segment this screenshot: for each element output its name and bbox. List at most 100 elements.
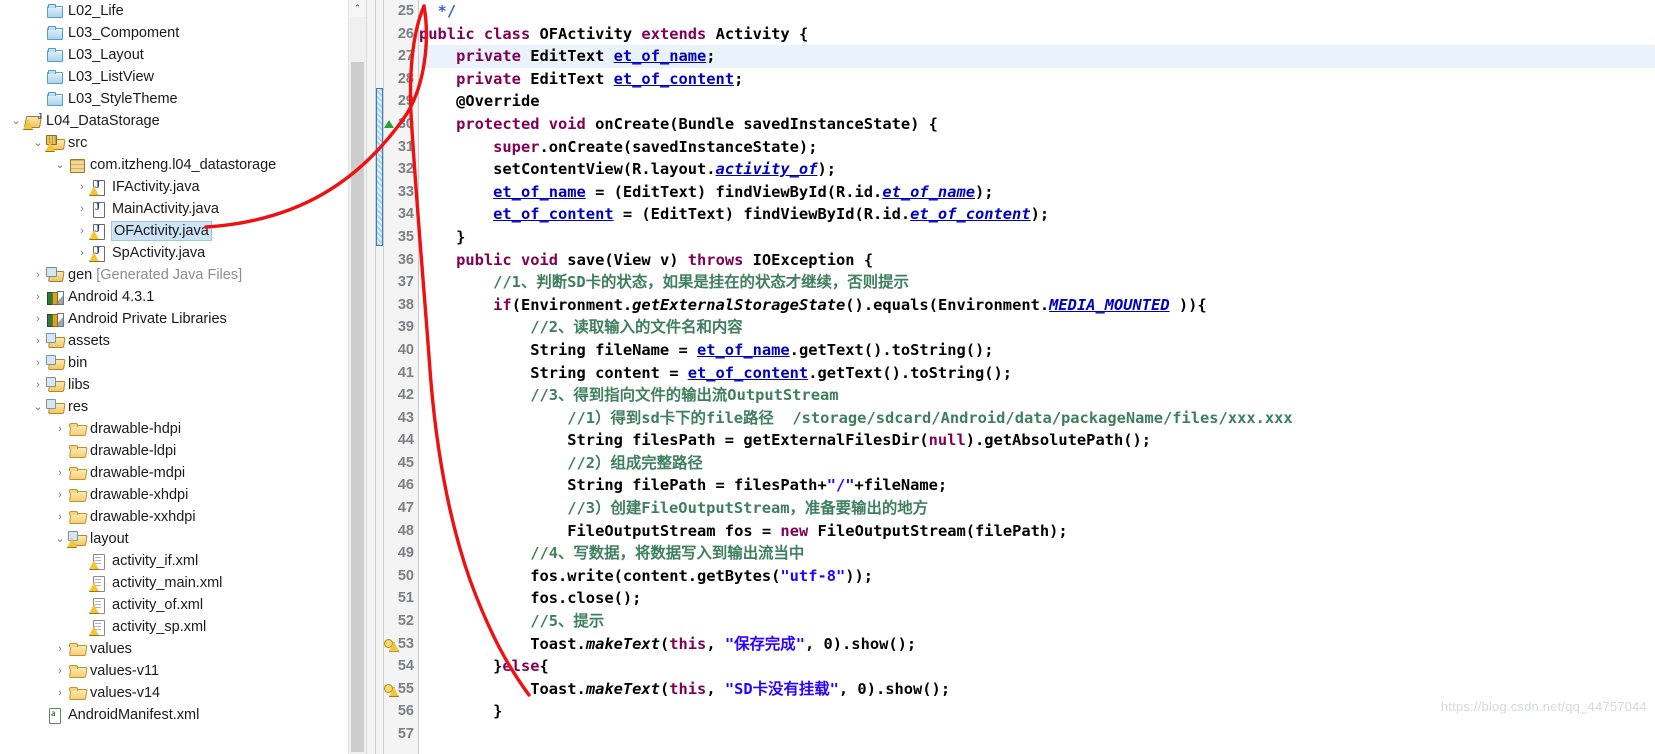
tree-item-android-4-3-1[interactable]: › Android 4.3.1: [0, 286, 366, 308]
code-line-44[interactable]: String filesPath = getExternalFilesDir(n…: [419, 429, 1655, 452]
tree-item-drawable-mdpi[interactable]: › drawable-mdpi: [0, 462, 366, 484]
tree-item-bin[interactable]: › bin: [0, 352, 366, 374]
expand-collapse-chevron-down-icon[interactable]: ⌄: [8, 115, 24, 127]
code-line-49[interactable]: //4、写数据，将数据写入到输出流当中: [419, 542, 1655, 565]
expand-collapse-chevron-right-icon[interactable]: ›: [30, 357, 46, 369]
code-line-34[interactable]: et_of_content = (EditText) findViewById(…: [419, 203, 1655, 226]
gutter-line-53[interactable]: 53: [384, 633, 418, 656]
code-line-35[interactable]: }: [419, 226, 1655, 249]
code-line-57[interactable]: [419, 723, 1655, 746]
expand-collapse-chevron-right-icon[interactable]: ›: [52, 511, 68, 523]
tree-item-mainactivity-java[interactable]: › MainActivity.java: [0, 198, 366, 220]
gutter-line-51[interactable]: 51: [384, 587, 418, 610]
expand-collapse-chevron-right-icon[interactable]: ›: [30, 269, 46, 281]
gutter-line-39[interactable]: 39: [384, 316, 418, 339]
code-line-29[interactable]: @Override: [419, 90, 1655, 113]
code-line-52[interactable]: //5、提示: [419, 610, 1655, 633]
gutter-line-41[interactable]: 41: [384, 362, 418, 385]
gutter-line-28[interactable]: 28: [384, 68, 418, 91]
tree-item-src[interactable]: ⌄ src: [0, 132, 366, 154]
expand-collapse-chevron-right-icon[interactable]: ›: [30, 335, 46, 347]
package-explorer-panel[interactable]: L02_Life L03_Compoment L03_Layout L03_Li…: [0, 0, 367, 754]
tree-item-libs[interactable]: › libs: [0, 374, 366, 396]
gutter-line-30[interactable]: 30: [384, 113, 418, 136]
expand-collapse-chevron-right-icon[interactable]: ›: [74, 203, 90, 215]
code-line-36[interactable]: public void save(View v) throws IOExcept…: [419, 249, 1655, 272]
gutter-line-32[interactable]: 32: [384, 158, 418, 181]
code-line-25[interactable]: */: [419, 0, 1655, 23]
tree-item-l02-life[interactable]: L02_Life: [0, 0, 366, 22]
tree-item-ifactivity-java[interactable]: › IFActivity.java: [0, 176, 366, 198]
expand-collapse-chevron-right-icon[interactable]: ›: [52, 665, 68, 677]
code-line-38[interactable]: if(Environment.getExternalStorageState()…: [419, 294, 1655, 317]
gutter-line-38[interactable]: 38: [384, 294, 418, 317]
code-line-40[interactable]: String fileName = et_of_name.getText().t…: [419, 339, 1655, 362]
gutter-line-27[interactable]: 27: [384, 45, 418, 68]
gutter-line-25[interactable]: 25: [384, 0, 418, 23]
gutter-line-37[interactable]: 37: [384, 271, 418, 294]
gutter-line-29[interactable]: 29: [384, 90, 429, 113]
expand-collapse-chevron-right-icon[interactable]: ›: [74, 247, 90, 259]
tree-item-drawable-xxhdpi[interactable]: › drawable-xxhdpi: [0, 506, 366, 528]
code-line-26[interactable]: public class OFActivity extends Activity…: [419, 23, 1655, 46]
code-line-33[interactable]: et_of_name = (EditText) findViewById(R.i…: [419, 181, 1655, 204]
tree-item-android-private-libraries[interactable]: › Android Private Libraries: [0, 308, 366, 330]
source-code-text[interactable]: */ public class OFActivity extends Activi…: [419, 0, 1655, 754]
expand-collapse-chevron-right-icon[interactable]: ›: [52, 467, 68, 479]
gutter-line-56[interactable]: 56: [384, 700, 418, 723]
tree-item-values[interactable]: › values: [0, 638, 366, 660]
code-line-37[interactable]: //1、判断SD卡的状态，如果是挂在的状态才继续，否则提示: [419, 271, 1655, 294]
expand-collapse-chevron-right-icon[interactable]: ›: [30, 379, 46, 391]
tree-item-l03-compoment[interactable]: L03_Compoment: [0, 22, 366, 44]
project-tree[interactable]: L02_Life L03_Compoment L03_Layout L03_Li…: [0, 0, 366, 726]
gutter-line-44[interactable]: 44: [384, 429, 418, 452]
tree-item-values-v11[interactable]: › values-v11: [0, 660, 366, 682]
tree-item-ofactivity-java[interactable]: › OFActivity.java: [0, 220, 366, 242]
tree-item-layout[interactable]: ⌄ layout: [0, 528, 366, 550]
code-line-45[interactable]: //2）组成完整路径: [419, 452, 1655, 475]
code-line-46[interactable]: String filePath = filesPath+"/"+fileName…: [419, 474, 1655, 497]
gutter-line-34[interactable]: 34: [384, 203, 418, 226]
code-line-31[interactable]: super.onCreate(savedInstanceState);: [419, 136, 1655, 159]
gutter-line-45[interactable]: 45: [384, 452, 418, 475]
gutter-line-57[interactable]: 57: [384, 723, 418, 746]
gutter-line-48[interactable]: 48: [384, 520, 418, 543]
tree-item-values-v14[interactable]: › values-v14: [0, 682, 366, 704]
code-line-47[interactable]: //3）创建FileOutputStream，准备要输出的地方: [419, 497, 1655, 520]
tree-item-drawable-hdpi[interactable]: › drawable-hdpi: [0, 418, 366, 440]
gutter-line-46[interactable]: 46: [384, 474, 418, 497]
code-line-41[interactable]: String content = et_of_content.getText()…: [419, 362, 1655, 385]
code-line-32[interactable]: setContentView(R.layout.activity_of);: [419, 158, 1655, 181]
code-line-53[interactable]: Toast.makeText(this, "保存完成", 0).show();: [419, 633, 1655, 656]
expand-collapse-chevron-right-icon[interactable]: ›: [30, 313, 46, 325]
expand-collapse-chevron-right-icon[interactable]: ›: [52, 687, 68, 699]
tree-item-com-itzheng-l04-datastorage[interactable]: ⌄ com.itzheng.l04_datastorage: [0, 154, 366, 176]
code-line-27[interactable]: private EditText et_of_name;: [419, 45, 1655, 68]
expand-collapse-chevron-down-icon[interactable]: ⌄: [30, 137, 46, 149]
expand-collapse-chevron-down-icon[interactable]: ⌄: [30, 401, 46, 413]
gutter-line-49[interactable]: 49: [384, 542, 418, 565]
code-line-43[interactable]: //1）得到sd卡下的file路径 /storage/sdcard/Androi…: [419, 407, 1655, 430]
code-editor-panel[interactable]: 25 26 27 28 29 30 31 32 33 34 35 36 37 38 39 40 41 42 43 44…: [367, 0, 1655, 754]
gutter-line-31[interactable]: 31: [384, 136, 418, 159]
code-line-54[interactable]: }else{: [419, 655, 1655, 678]
gutter-line-54[interactable]: 54: [384, 655, 418, 678]
tree-item-res[interactable]: ⌄ res: [0, 396, 366, 418]
tree-item-l04-datastorage[interactable]: ⌄ L04_DataStorage: [0, 110, 366, 132]
tree-item-androidmanifest-xml[interactable]: AndroidManifest.xml: [0, 704, 366, 726]
tree-item-activity-if-xml[interactable]: activity_if.xml: [0, 550, 366, 572]
gutter-line-35[interactable]: 35: [384, 226, 418, 249]
explorer-vertical-scrollbar[interactable]: ⌃: [348, 0, 366, 754]
quickfix-warning-icon[interactable]: [384, 683, 399, 697]
gutter-line-26[interactable]: 26: [384, 23, 418, 46]
annotation-ruler[interactable]: [367, 0, 376, 754]
expand-collapse-chevron-right-icon[interactable]: ›: [30, 291, 46, 303]
gutter-line-33[interactable]: 33: [384, 181, 418, 204]
gutter-line-43[interactable]: 43: [384, 407, 418, 430]
gutter-line-50[interactable]: 50: [384, 565, 418, 588]
tree-item-l03-styletheme[interactable]: L03_StyleTheme: [0, 88, 366, 110]
tree-item-spactivity-java[interactable]: › SpActivity.java: [0, 242, 366, 264]
code-line-39[interactable]: //2、读取输入的文件名和内容: [419, 316, 1655, 339]
tree-item-activity-main-xml[interactable]: activity_main.xml: [0, 572, 366, 594]
scrollbar-thumb[interactable]: [351, 62, 364, 752]
